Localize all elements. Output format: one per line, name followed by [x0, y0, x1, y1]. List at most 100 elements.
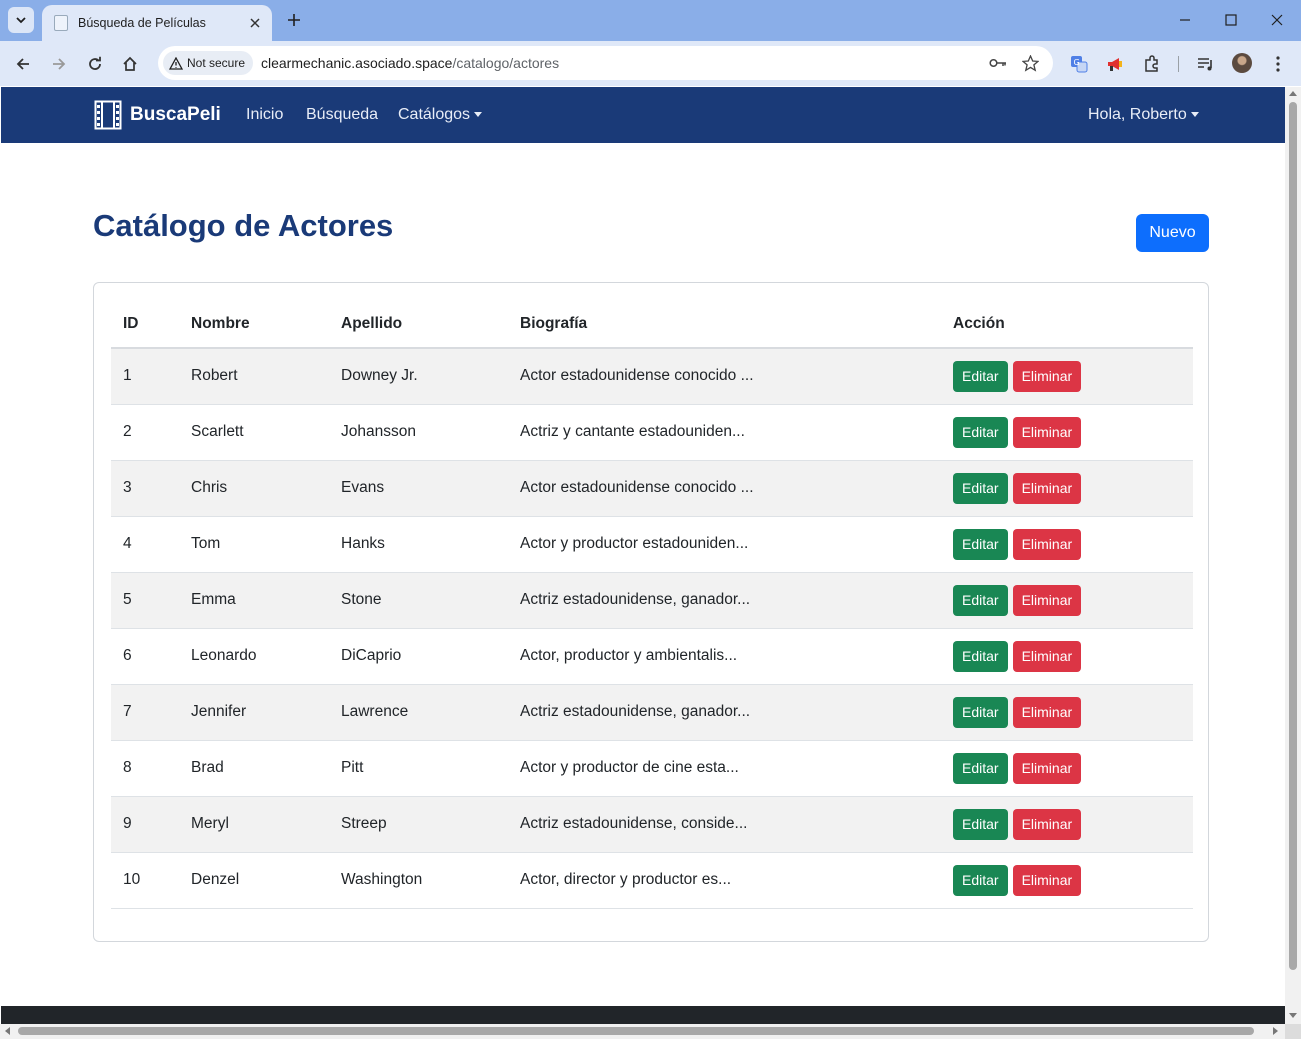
edit-button[interactable]: Editar [953, 528, 1008, 560]
horizontal-scrollbar[interactable] [0, 1024, 1285, 1039]
url-host: clearmechanic.asociado.space [261, 55, 453, 71]
cell-apellido: Hanks [329, 516, 508, 573]
cell-nombre: Chris [179, 460, 329, 517]
scroll-down-arrow-icon[interactable] [1289, 1013, 1297, 1018]
back-button[interactable] [10, 51, 36, 77]
address-bar[interactable]: Not secure clearmechanic.asociado.space/… [158, 46, 1053, 80]
cell-accion: Editar Eliminar [941, 684, 1193, 741]
table-row: 4 Tom Hanks Actor y productor estadounid… [111, 516, 1193, 573]
browser-titlebar: Búsqueda de Películas [0, 0, 1301, 41]
film-icon [94, 100, 122, 130]
edit-button[interactable]: Editar [953, 472, 1008, 504]
close-icon [250, 18, 260, 28]
browser-toolbar: Not secure clearmechanic.asociado.space/… [0, 41, 1301, 86]
cell-accion: Editar Eliminar [941, 460, 1193, 517]
password-key-button[interactable] [988, 53, 1008, 73]
tab-list-button[interactable] [8, 7, 34, 33]
site-brand[interactable]: BuscaPeli [94, 100, 221, 130]
cell-id: 4 [111, 516, 179, 573]
table-row: 9 Meryl Streep Actriz estadounidense, co… [111, 796, 1193, 853]
cell-id: 10 [111, 852, 179, 909]
edit-button[interactable]: Editar [953, 584, 1008, 616]
bookmark-button[interactable] [1020, 53, 1040, 73]
cell-accion: Editar Eliminar [941, 348, 1193, 405]
cell-biografia: Actriz estadounidense, ganador... [508, 572, 941, 629]
vertical-scroll-thumb[interactable] [1289, 102, 1297, 970]
forward-icon [53, 58, 66, 70]
cell-id: 5 [111, 572, 179, 629]
edit-button[interactable]: Editar [953, 864, 1008, 896]
cell-accion: Editar Eliminar [941, 796, 1193, 853]
nav-link-busqueda[interactable]: Búsqueda [306, 106, 378, 124]
delete-button[interactable]: Eliminar [1012, 752, 1082, 784]
scroll-left-arrow-icon[interactable] [5, 1027, 10, 1035]
forward-button[interactable] [46, 51, 72, 77]
page-viewport: BuscaPeli Inicio Búsqueda Catálogos Hola… [1, 87, 1285, 1024]
minimize-icon [1180, 19, 1190, 21]
reload-icon [89, 56, 101, 70]
cell-apellido: Washington [329, 852, 508, 909]
table-row: 1 Robert Downey Jr. Actor estadounidense… [111, 348, 1193, 405]
user-menu-dropdown[interactable]: Hola, Roberto [1088, 106, 1199, 124]
horizontal-scroll-thumb[interactable] [18, 1027, 1254, 1035]
megaphone-extension-button[interactable] [1103, 52, 1127, 76]
table-row: 7 Jennifer Lawrence Actriz estadounidens… [111, 684, 1193, 741]
window-close-button[interactable] [1263, 8, 1291, 32]
cell-biografia: Actor y productor estadouniden... [508, 516, 941, 573]
scroll-right-arrow-icon[interactable] [1273, 1027, 1278, 1035]
delete-button[interactable]: Eliminar [1012, 640, 1082, 672]
delete-button[interactable]: Eliminar [1012, 808, 1082, 840]
extensions-button[interactable] [1140, 52, 1164, 76]
new-tab-button[interactable] [282, 8, 306, 32]
edit-button[interactable]: Editar [953, 808, 1008, 840]
cell-biografia: Actor y productor de cine esta... [508, 740, 941, 797]
cell-apellido: Streep [329, 796, 508, 853]
nav-link-inicio[interactable]: Inicio [246, 106, 283, 124]
cell-accion: Editar Eliminar [941, 404, 1193, 461]
scroll-up-arrow-icon[interactable] [1289, 91, 1297, 96]
edit-button[interactable]: Editar [953, 360, 1008, 392]
minimize-button[interactable] [1171, 8, 1199, 32]
cell-biografia: Actriz y cantante estadouniden... [508, 404, 941, 461]
delete-button[interactable]: Eliminar [1012, 360, 1082, 392]
cell-biografia: Actor estadounidense conocido ... [508, 460, 941, 517]
security-chip[interactable]: Not secure [163, 51, 254, 75]
tab-close-button[interactable] [244, 12, 266, 34]
browser-menu-button[interactable] [1266, 52, 1290, 76]
kebab-menu-icon [1276, 56, 1280, 72]
delete-button[interactable]: Eliminar [1012, 584, 1082, 616]
new-actor-button[interactable]: Nuevo [1136, 214, 1209, 252]
edit-button[interactable]: Editar [953, 640, 1008, 672]
caret-down-icon [1190, 112, 1199, 118]
edit-button[interactable]: Editar [953, 752, 1008, 784]
site-footer [1, 1006, 1285, 1024]
url-text[interactable]: clearmechanic.asociado.space/catalogo/ac… [261, 55, 559, 71]
cell-apellido: Evans [329, 460, 508, 517]
edit-button[interactable]: Editar [953, 416, 1008, 448]
cell-biografia: Actriz estadounidense, conside... [508, 796, 941, 853]
cell-apellido: Pitt [329, 740, 508, 797]
nav-dropdown-catalogos[interactable]: Catálogos [398, 106, 483, 124]
translate-extension-button[interactable]: G [1067, 52, 1091, 76]
actors-table: ID Nombre Apellido Biografía Acción 1 Ro… [111, 300, 1193, 909]
delete-button[interactable]: Eliminar [1012, 472, 1082, 504]
profile-avatar[interactable] [1232, 53, 1252, 73]
delete-button[interactable]: Eliminar [1012, 416, 1082, 448]
browser-tab-active[interactable]: Búsqueda de Películas [42, 5, 272, 41]
cell-nombre: Leonardo [179, 628, 329, 685]
edit-button[interactable]: Editar [953, 696, 1008, 728]
plus-icon [288, 14, 300, 26]
cell-accion: Editar Eliminar [941, 572, 1193, 629]
cell-accion: Editar Eliminar [941, 628, 1193, 685]
delete-button[interactable]: Eliminar [1012, 864, 1082, 896]
home-button[interactable] [117, 51, 143, 77]
cell-accion: Editar Eliminar [941, 852, 1193, 909]
delete-button[interactable]: Eliminar [1012, 528, 1082, 560]
reload-button[interactable] [82, 51, 108, 77]
delete-button[interactable]: Eliminar [1012, 696, 1082, 728]
maximize-button[interactable] [1217, 8, 1245, 32]
media-controls-button[interactable] [1194, 52, 1218, 76]
vertical-scrollbar[interactable] [1285, 87, 1301, 1024]
table-row: 6 Leonardo DiCaprio Actor, productor y a… [111, 628, 1193, 685]
cell-apellido: Stone [329, 572, 508, 629]
